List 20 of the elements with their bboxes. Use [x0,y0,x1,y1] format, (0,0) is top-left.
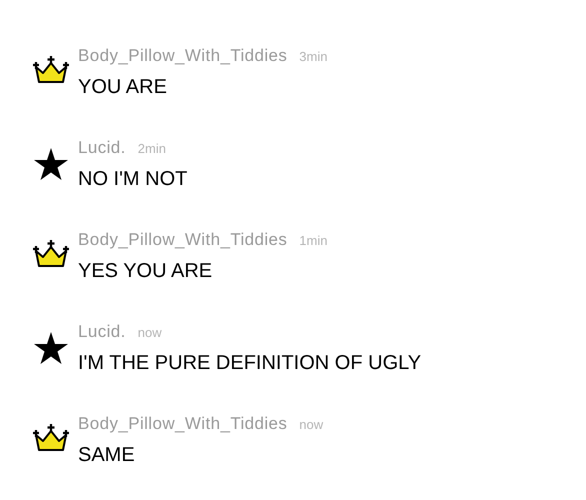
star-icon [34,148,68,180]
message-text: I'M THE PURE DEFINITION OF UGLY [78,352,422,375]
username: Lucid. [78,322,126,342]
message-text: YES YOU ARE [78,260,214,283]
message-text: NO I'M NOT [78,168,188,191]
crown-icon [33,56,69,84]
crown-icon [33,424,69,452]
username: Body_Pillow_With_Tiddies [78,414,288,434]
crown-icon [33,240,69,268]
message-text: SAME [78,444,136,467]
username: Lucid. [78,138,126,158]
username: Body_Pillow_With_Tiddies [78,230,288,250]
timestamp: now [299,417,324,432]
timestamp: 2min [138,141,166,156]
message-text: YOU ARE [78,76,168,99]
username: Body_Pillow_With_Tiddies [78,46,288,66]
timestamp: 3min [299,49,328,64]
timestamp: 1min [299,233,328,248]
timestamp: now [138,325,162,340]
star-icon [34,332,68,364]
